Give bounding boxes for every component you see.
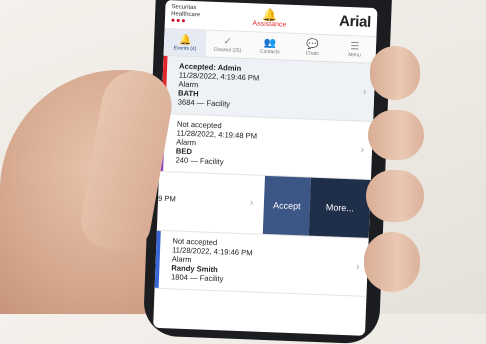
tab-contacts[interactable]: 👥 Contacts xyxy=(248,32,291,60)
alarm-bell-icon: 🔔 xyxy=(262,7,278,22)
event-time-partial: 9 PM xyxy=(157,193,176,204)
chat-icon: 💬 xyxy=(306,38,319,51)
tab-label: Chats xyxy=(305,49,319,57)
brand-dots: ●●● xyxy=(170,17,187,25)
status-bar-blue xyxy=(154,230,161,288)
background-right-hand xyxy=(362,40,486,314)
finger xyxy=(370,46,420,100)
tab-events[interactable]: 🔔 Events (4) xyxy=(163,28,207,57)
tab-chats[interactable]: 💬 Chats xyxy=(291,34,334,62)
finger xyxy=(366,170,424,222)
finger xyxy=(368,110,424,160)
tab-label: Contacts xyxy=(259,48,280,55)
event-row[interactable]: Accepted: Admin 11/28/2022, 4:19:46 PM A… xyxy=(161,55,376,123)
tab-cleared[interactable]: ✓ Cleared (25) xyxy=(206,31,249,59)
phone: Securitas Healthcare ●●● 🔔 Assistance Ar… xyxy=(142,0,394,344)
tab-label: Events (4) xyxy=(173,44,197,52)
swiped-event-row[interactable]: 9 PM › Accept More... xyxy=(156,171,371,239)
chevron-right-icon: › xyxy=(356,261,360,273)
assistance-label: Assistance xyxy=(252,19,287,29)
contacts-icon: 👥 xyxy=(263,37,277,49)
event-row[interactable]: Not accepted 11/28/2022, 4:19:48 PM Alar… xyxy=(159,113,374,180)
arial-logo: Arial xyxy=(338,12,372,31)
check-icon: ✓ xyxy=(223,35,233,48)
bell-icon: 🔔 xyxy=(178,34,192,46)
event-row[interactable]: Not accepted 11/28/2022, 4:19:46 PM Alar… xyxy=(154,230,369,297)
menu-icon: ☰ xyxy=(350,40,360,52)
assistance-button[interactable]: 🔔 Assistance xyxy=(252,7,287,29)
brand-logo: Securitas Healthcare ●●● xyxy=(171,4,201,25)
accept-button[interactable]: Accept xyxy=(262,175,311,236)
chevron-right-icon: › xyxy=(249,197,254,209)
tab-label: Menu xyxy=(348,51,361,58)
finger xyxy=(364,232,420,292)
phone-screen: Securitas Healthcare ●●● 🔔 Assistance Ar… xyxy=(153,0,378,336)
tab-label: Cleared (25) xyxy=(213,46,242,54)
